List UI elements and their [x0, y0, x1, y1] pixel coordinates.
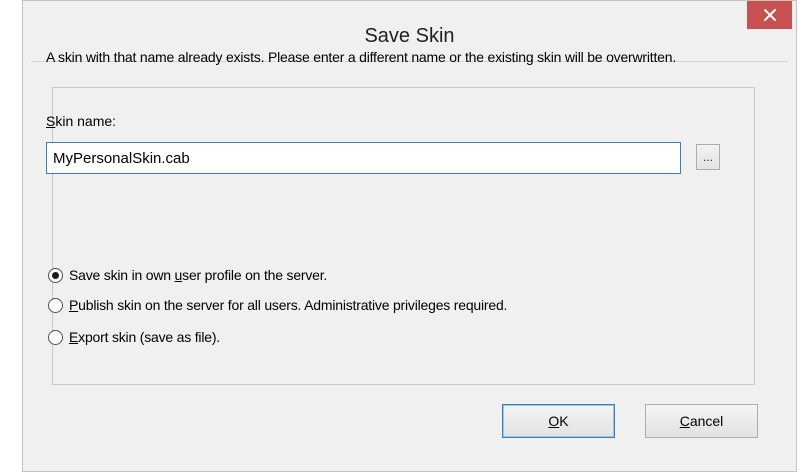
radio-save-own-profile-label: Save skin in own user profile on the ser… — [69, 267, 328, 283]
save-skin-dialog: Save Skin A skin with that name already … — [22, 0, 797, 472]
radio-save-own-profile[interactable]: Save skin in own user profile on the ser… — [48, 265, 327, 285]
radio-indicator-selected[interactable] — [48, 267, 63, 283]
skin-name-label-accelerator: S — [46, 113, 56, 129]
close-icon — [763, 9, 776, 21]
radio-indicator[interactable] — [48, 329, 63, 345]
radio-publish-all-users-label: Publish skin on the server for all users… — [69, 297, 508, 313]
skin-name-label-text: kin name: — [55, 113, 117, 129]
title-bar[interactable]: Save Skin — [23, 1, 796, 47]
skin-name-input[interactable] — [46, 142, 681, 174]
radio-publish-all-users[interactable]: Publish skin on the server for all users… — [48, 295, 507, 315]
ok-button[interactable]: OK — [502, 404, 615, 438]
radio-export-skin-label: Export skin (save as file). — [69, 329, 220, 345]
radio-export-skin[interactable]: Export skin (save as file). — [48, 327, 220, 347]
radio-indicator[interactable] — [48, 297, 63, 313]
dialog-title: Save Skin — [364, 25, 455, 47]
browse-button[interactable]: ... — [696, 144, 720, 170]
close-button[interactable] — [747, 1, 792, 29]
skin-name-label: Skin name: — [46, 113, 116, 129]
overwrite-warning-message: A skin with that name already exists. Pl… — [46, 49, 677, 65]
cancel-button[interactable]: Cancel — [645, 404, 758, 438]
